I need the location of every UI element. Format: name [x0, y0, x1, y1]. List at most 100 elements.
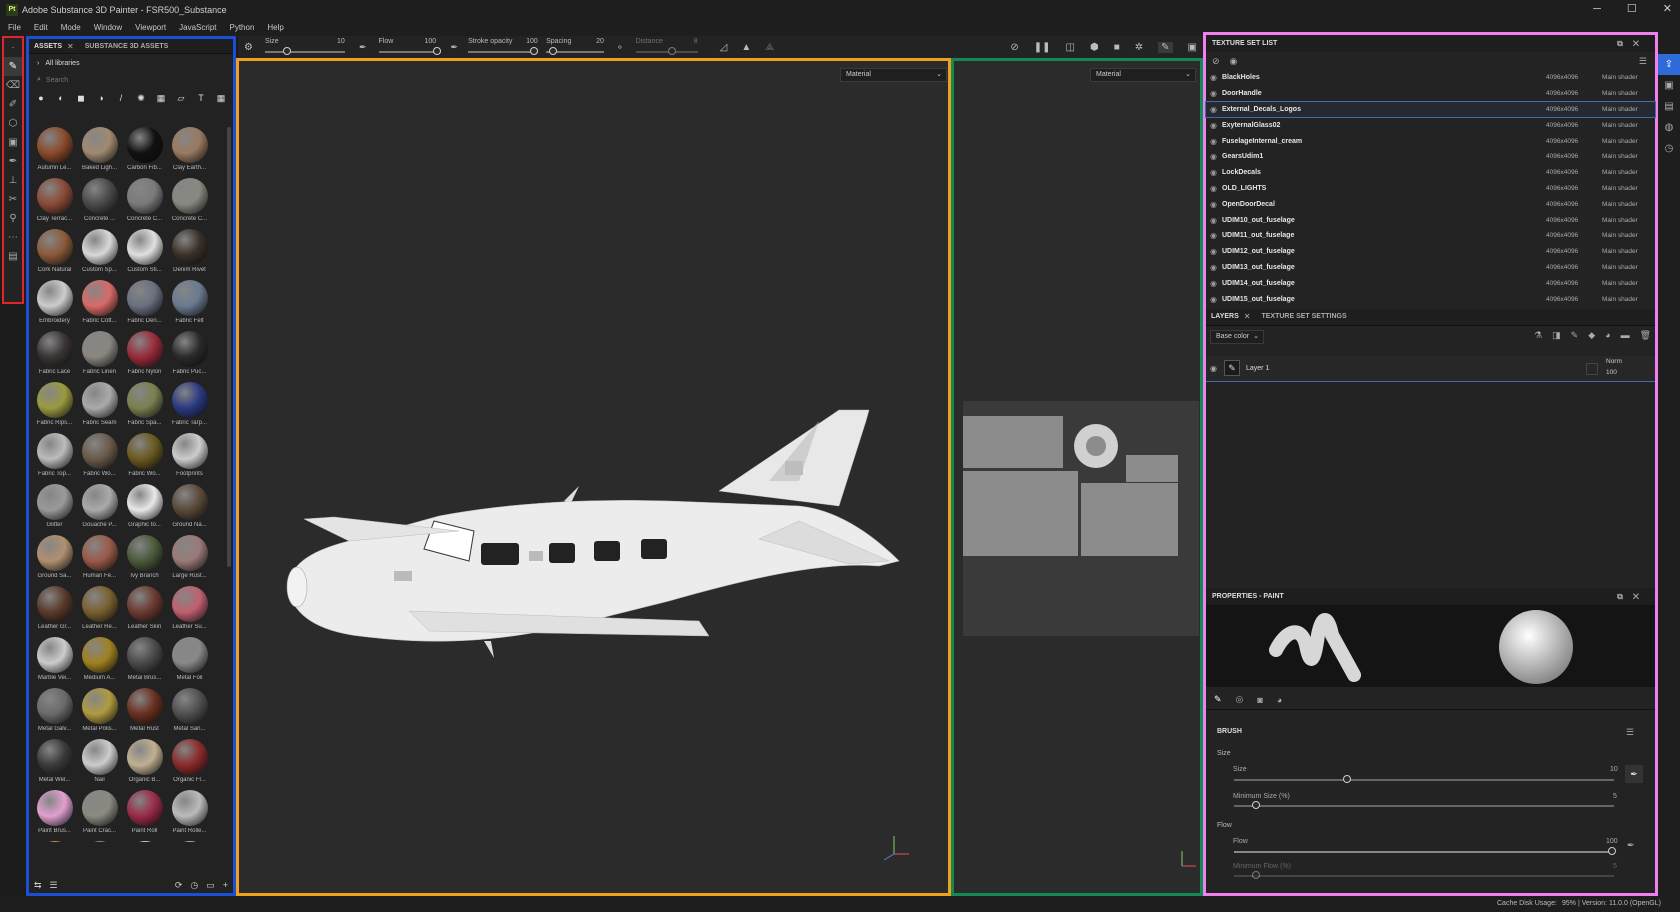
asset-tile[interactable]: Fabric Den... — [122, 280, 167, 331]
texture-set-shader[interactable]: Main shader — [1602, 201, 1638, 208]
visibility-eye-icon[interactable]: ◉ — [1210, 105, 1222, 114]
texture-set-shader[interactable]: Main shader — [1602, 280, 1638, 287]
texture-set-shader[interactable]: Main shader — [1602, 232, 1638, 239]
asset-tile[interactable]: Fabric Wo... — [122, 433, 167, 484]
filter-grid-icon[interactable]: ▦ — [215, 92, 227, 104]
visibility-eye-icon[interactable]: ◉ — [1210, 73, 1222, 82]
filter-particles-icon[interactable]: ✺ — [135, 92, 147, 104]
min-flow-knob[interactable] — [1252, 871, 1260, 879]
texture-set-row[interactable]: ◉ OLD_LIGHTS 4096x4096 Main shader — [1206, 181, 1655, 197]
min-size-knob[interactable] — [1252, 801, 1260, 809]
texture-set-row[interactable]: ◉ FuselageInternal_cream 4096x4096 Main sha… — [1206, 133, 1655, 149]
size-slider[interactable]: Size 10 — [261, 36, 351, 58]
geometry-decal-icon[interactable]: ⚲ — [4, 209, 22, 228]
size-track[interactable] — [1234, 779, 1614, 781]
asset-tile[interactable]: Custom Sti... — [122, 229, 167, 280]
texture-set-row[interactable]: ◉ GearsUdim1 4096x4096 Main shader — [1206, 149, 1655, 165]
eye-icon[interactable]: ◉ — [1230, 56, 1238, 67]
menu-edit[interactable]: Edit — [34, 23, 48, 32]
channel-dropdown[interactable]: Base color ⌄ — [1210, 329, 1264, 344]
viewport-2d[interactable]: Material ⌄ — [951, 58, 1203, 896]
asset-tile[interactable]: Cork Natural — [32, 229, 77, 280]
maximize-button[interactable]: ☐ — [1627, 0, 1637, 19]
visibility-eye-icon[interactable]: ◉ — [1210, 152, 1222, 161]
asset-tile[interactable]: Embroidery — [32, 280, 77, 331]
asset-tile[interactable]: Paint Brus... — [32, 790, 77, 841]
texture-set-shader[interactable]: Main shader — [1602, 248, 1638, 255]
close-tab-icon[interactable]: ✕ — [67, 42, 74, 51]
add-folder-icon[interactable]: ▬ — [1621, 330, 1630, 341]
visibility-eye-icon[interactable]: ◉ — [1210, 89, 1222, 98]
texture-set-shader[interactable]: Main shader — [1602, 90, 1638, 97]
texture-set-shader[interactable]: Main shader — [1602, 106, 1638, 113]
distance-slider[interactable]: Distance 8 — [632, 36, 702, 58]
layer-eye-icon[interactable]: ◉ — [1210, 364, 1217, 373]
visibility-eye-icon[interactable]: ◉ — [1210, 216, 1222, 225]
bake-icon[interactable]: ▤ — [4, 247, 22, 266]
asset-tile[interactable] — [32, 841, 77, 842]
size-knob[interactable] — [1343, 775, 1351, 783]
filter-text-icon[interactable]: T — [195, 92, 207, 104]
flow-pen-pressure-icon[interactable]: ✒ — [1627, 840, 1635, 851]
layer-opacity[interactable]: 100 — [1606, 369, 1617, 376]
pen-pressure-icon[interactable]: ✒ — [1625, 765, 1643, 783]
asset-tile[interactable]: Clay Earth... — [167, 127, 212, 178]
texture-set-shader[interactable]: Main shader — [1602, 296, 1638, 303]
asset-tile[interactable]: Footprints — [167, 433, 212, 484]
filter-environments-icon[interactable]: ▱ — [175, 92, 187, 104]
paint-brush-icon[interactable]: ✎ — [4, 57, 22, 76]
add-mask-icon[interactable]: ◨ — [1552, 330, 1561, 341]
asset-tile[interactable]: Leather Su... — [167, 586, 212, 637]
undock-icon[interactable]: ⧉ — [1617, 39, 1633, 48]
asset-tile[interactable]: Metal San... — [167, 688, 212, 739]
list-view-icon[interactable]: ☰ — [50, 880, 58, 891]
filter-filters-icon[interactable]: ◑ — [95, 92, 107, 104]
asset-tile[interactable]: Leather Gr... — [32, 586, 77, 637]
filter-smart-materials-icon[interactable]: ◐ — [55, 92, 67, 104]
projection-icon[interactable]: ✐ — [4, 95, 22, 114]
asset-tile[interactable]: Fabric Cott... — [77, 280, 122, 331]
menu-file[interactable]: File — [8, 23, 21, 32]
filter-materials-icon[interactable]: ● — [35, 92, 47, 104]
menu-window[interactable]: Window — [94, 23, 122, 32]
mirror-alt-icon[interactable]: ⟁ — [765, 42, 774, 53]
visibility-eye-icon[interactable]: ◉ — [1210, 137, 1222, 146]
search-field[interactable]: ⌕ Search — [29, 72, 233, 88]
layer-mask-slot[interactable] — [1586, 362, 1598, 375]
tab-substance-3d-assets[interactable]: SUBSTANCE 3D ASSETS — [80, 43, 174, 50]
texture-set-resolution[interactable]: 4096x4096 — [1546, 138, 1578, 145]
visibility-eye-icon[interactable]: ◉ — [1210, 184, 1222, 193]
asset-tile[interactable]: Autumn Le... — [32, 127, 77, 178]
history-icon[interactable]: ◷ — [190, 880, 198, 891]
texture-set-resolution[interactable]: 4096x4096 — [1546, 90, 1578, 97]
assets-scrollbar[interactable] — [227, 127, 231, 567]
flow-knob[interactable] — [432, 47, 441, 55]
size-knob[interactable] — [282, 47, 291, 55]
import-icon[interactable]: ⇆ — [34, 880, 42, 891]
asset-tile[interactable]: Organic B... — [122, 739, 167, 790]
mirror-icon[interactable]: ▲ — [741, 42, 751, 53]
texture-set-resolution[interactable]: 4096x4096 — [1546, 280, 1578, 287]
asset-tile[interactable]: Metal Galv... — [32, 688, 77, 739]
visibility-eye-icon[interactable]: ◉ — [1210, 247, 1222, 256]
visibility-eye-icon[interactable]: ◉ — [1210, 121, 1222, 130]
blend-mode[interactable]: Norm — [1606, 358, 1622, 365]
spacing-slider[interactable]: Spacing 20 — [542, 36, 608, 58]
asset-tile[interactable]: Leather Skin — [122, 586, 167, 637]
min-size-track[interactable] — [1234, 805, 1614, 807]
texture-set-row[interactable]: ◉ BlackHoles 4096x4096 Main shader — [1206, 70, 1655, 86]
asset-tile[interactable]: Fabric Wo... — [77, 433, 122, 484]
stroke-opacity-knob[interactable] — [530, 47, 539, 55]
texture-set-resolution[interactable]: 4096x4096 — [1546, 169, 1578, 176]
asset-tile[interactable]: Marble Vei... — [32, 637, 77, 688]
visibility-eye-icon[interactable]: ◉ — [1210, 279, 1222, 288]
texture-set-shader[interactable]: Main shader — [1602, 169, 1638, 176]
close-tab-icon[interactable]: ✕ — [1244, 312, 1251, 321]
pause-icon[interactable]: ❚❚ — [1034, 42, 1051, 53]
menu-javascript[interactable]: JavaScript — [179, 23, 216, 32]
menu-help[interactable]: Help — [267, 23, 283, 32]
asset-tile[interactable]: Paint Roll — [122, 790, 167, 841]
texture-set-resolution[interactable]: 4096x4096 — [1546, 153, 1578, 160]
texture-set-resolution[interactable]: 4096x4096 — [1546, 264, 1578, 271]
visibility-eye-icon[interactable]: ◉ — [1210, 295, 1222, 304]
